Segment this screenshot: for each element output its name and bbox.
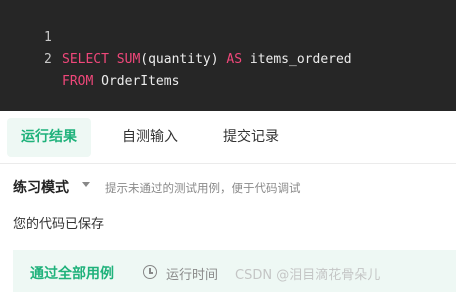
- watermark-text: CSDN @泪目滴花骨朵儿: [235, 268, 381, 283]
- code-args: (quantity): [140, 52, 219, 67]
- code-text[interactable]: SELECT SUM(quantity) AS items_ordered: [62, 49, 352, 71]
- pass-status-label: 通过全部用例: [30, 266, 114, 282]
- code-identifier: OrderItems: [93, 74, 180, 89]
- sql-keyword: SELECT: [62, 52, 109, 67]
- caret-down-icon[interactable]: [82, 182, 90, 187]
- runtime-label: 运行时间: [166, 268, 219, 283]
- sql-keyword: AS: [226, 52, 243, 67]
- code-line[interactable]: 2 FROM OrderItems: [0, 27, 179, 89]
- tab-run-result[interactable]: 运行结果: [7, 118, 91, 157]
- mode-selector-row: 练习模式 提示未通过的测试用例，便于代码调试: [0, 170, 456, 202]
- line-number: 1: [44, 30, 52, 45]
- sql-function: SUM: [116, 52, 141, 67]
- code-line[interactable]: 1 SELECT SUM(quantity) AS items_ordered: [0, 5, 352, 67]
- code-identifier: items_ordered: [242, 52, 352, 67]
- tab-submission-history[interactable]: 提交记录: [209, 118, 293, 157]
- sql-keyword: FROM: [62, 74, 94, 89]
- save-status-text: 您的代码已保存: [13, 217, 105, 232]
- mode-hint-text: 提示未通过的测试用例，便于代码调试: [105, 181, 301, 195]
- code-text[interactable]: FROM OrderItems: [62, 71, 179, 93]
- tab-custom-input[interactable]: 自测输入: [108, 118, 192, 157]
- result-tabs: 运行结果 自测输入 提交记录: [0, 111, 456, 164]
- mode-dropdown-label[interactable]: 练习模式: [13, 177, 69, 197]
- result-panel: 通过全部用例 运行时间 CSDN @泪目滴花骨朵儿: [13, 250, 456, 292]
- line-number: 2: [44, 52, 52, 67]
- clock-icon: [143, 265, 157, 279]
- code-editor[interactable]: 1 SELECT SUM(quantity) AS items_ordered …: [0, 0, 456, 111]
